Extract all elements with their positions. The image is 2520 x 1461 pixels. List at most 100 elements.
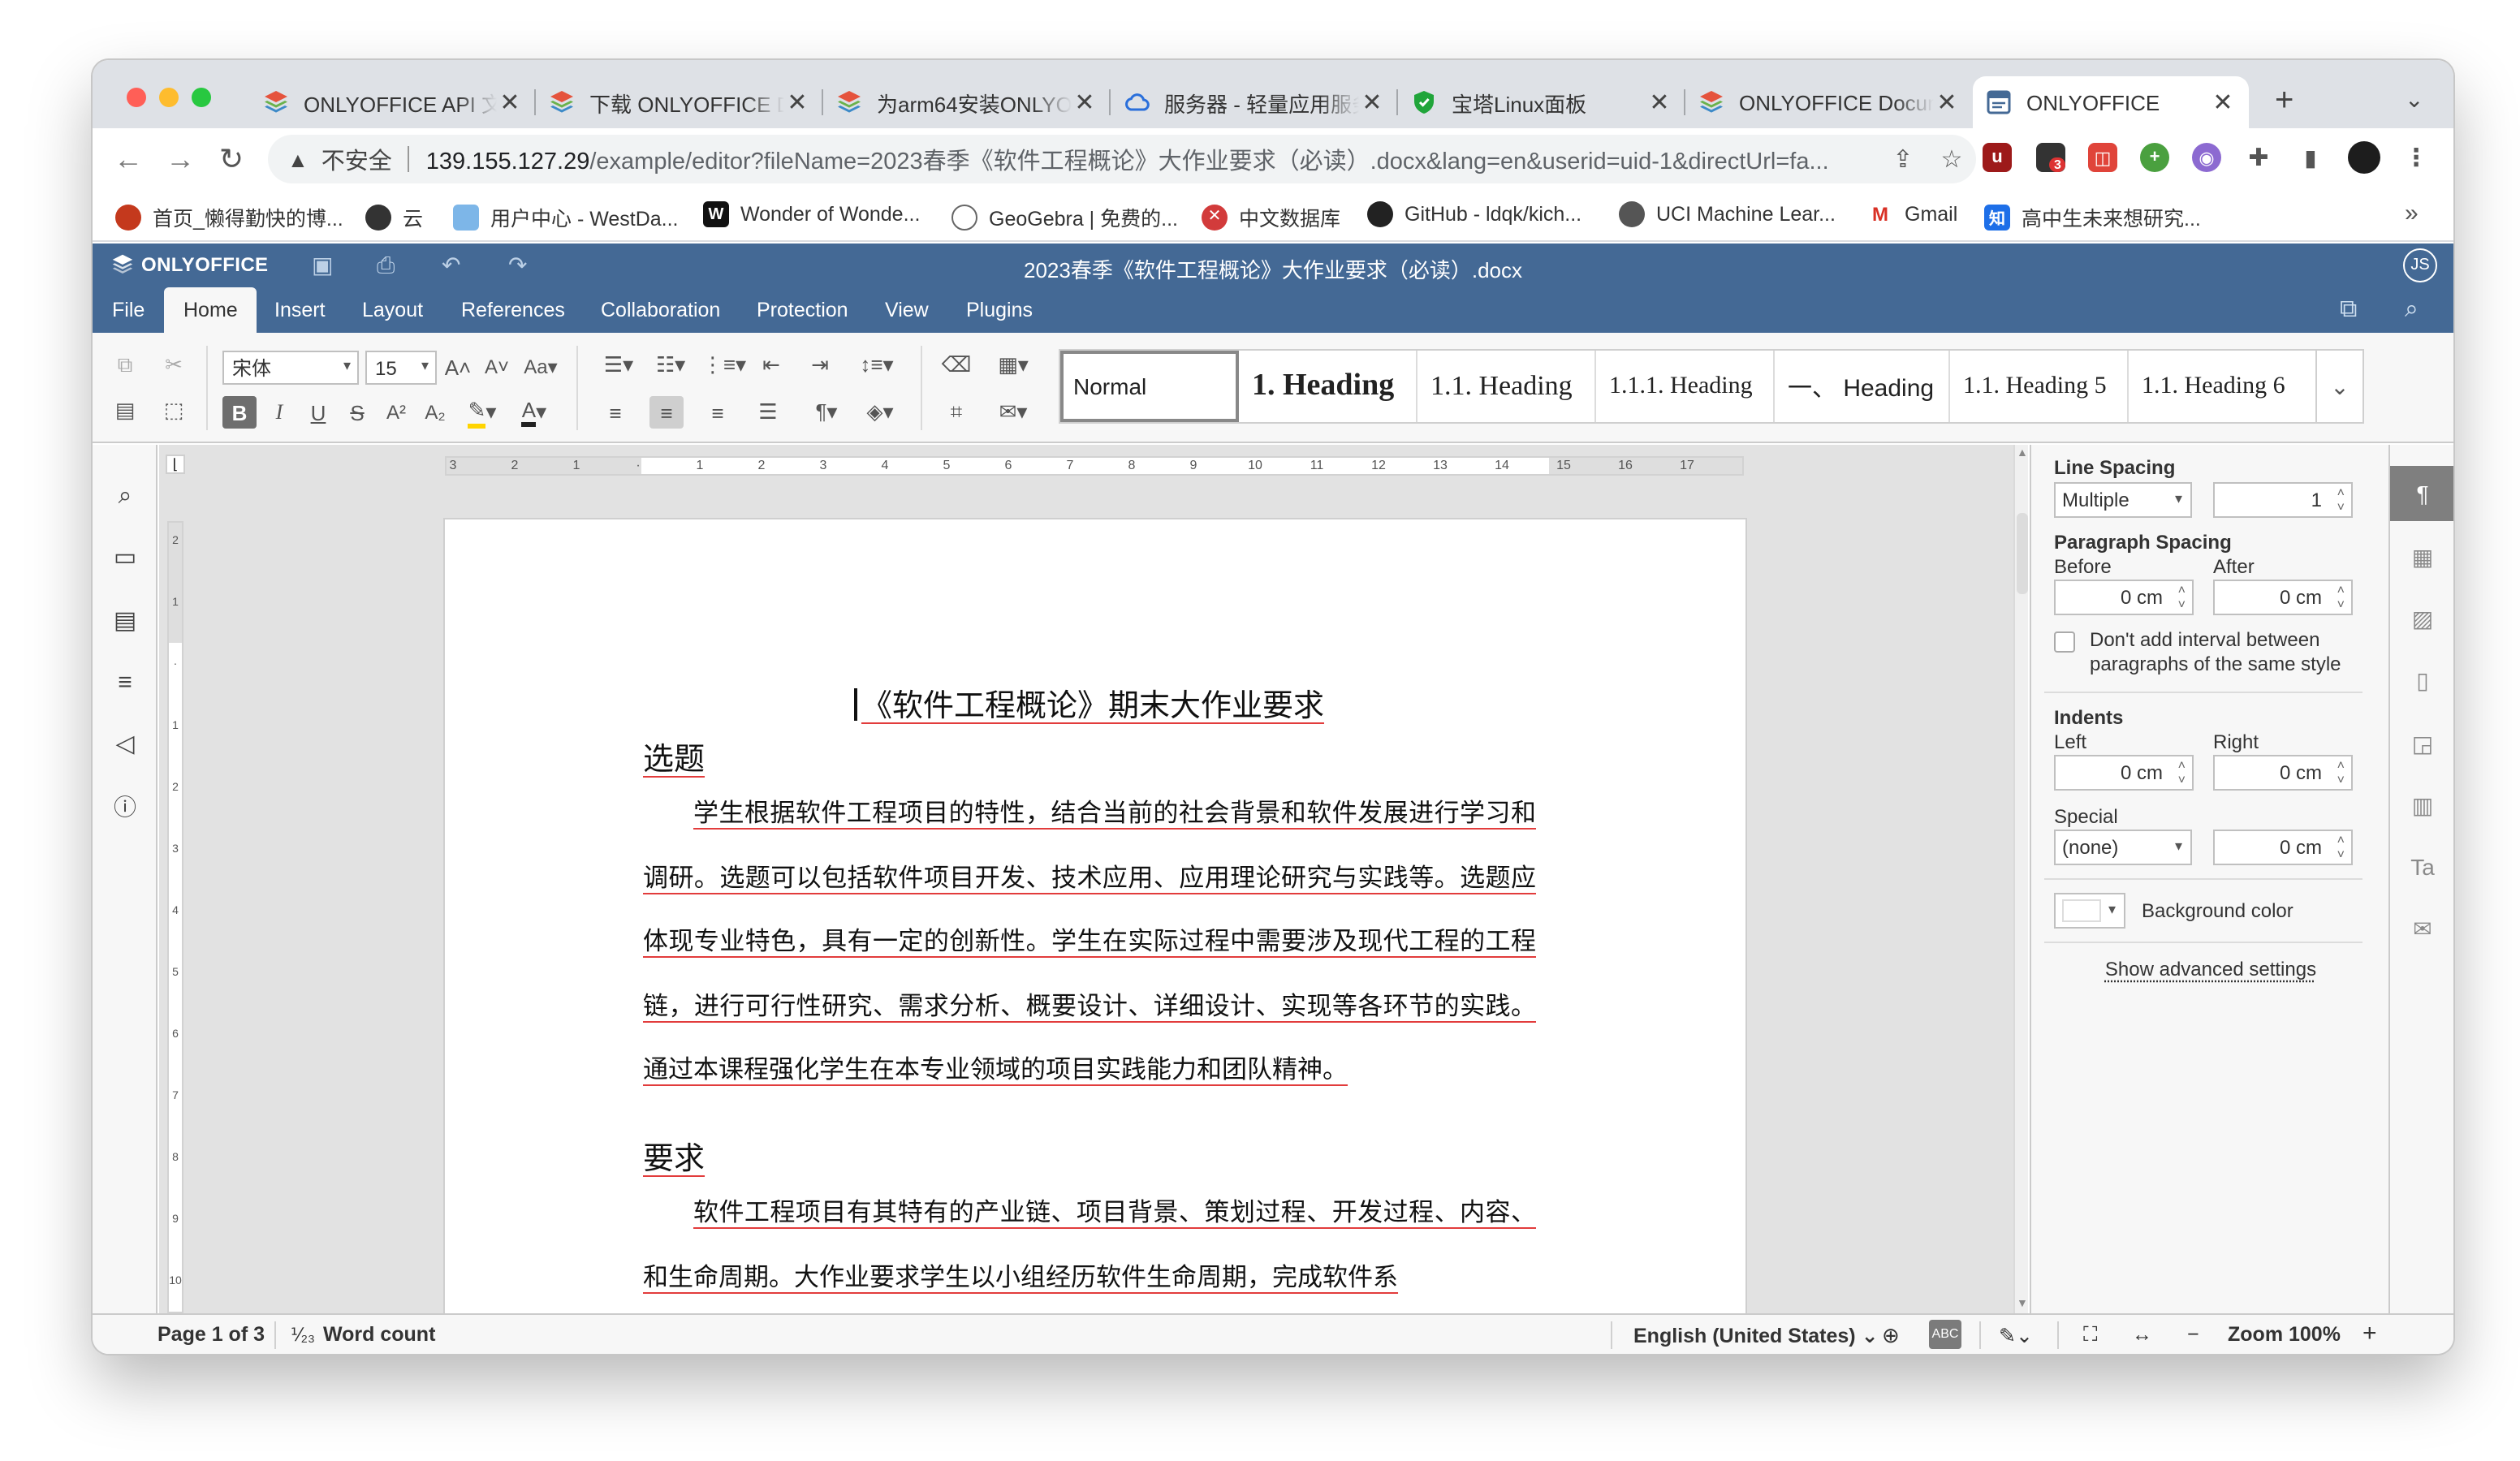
- mail-merge-icon[interactable]: ✉▾: [989, 396, 1038, 429]
- line-spacing-icon[interactable]: ↕≡▾: [852, 349, 901, 381]
- chart-settings-icon[interactable]: ▥: [2406, 789, 2439, 821]
- comments-icon[interactable]: ▭: [109, 541, 141, 573]
- track-changes-icon[interactable]: ✎⌄: [1999, 1323, 2033, 1347]
- paragraph-settings-icon[interactable]: ¶: [2390, 466, 2453, 521]
- spacing-before-input[interactable]: 0 cm ˄ ˅: [2054, 580, 2194, 615]
- bookmark-item[interactable]: 知高中生未来想研究...: [1984, 201, 2201, 232]
- tab-layout[interactable]: Layout: [343, 287, 442, 333]
- search-icon[interactable]: ⌕: [109, 479, 141, 511]
- style-normal[interactable]: Normal: [1060, 351, 1239, 422]
- page-indicator[interactable]: Page 1 of 3: [158, 1323, 265, 1346]
- side-panel-icon[interactable]: ▮: [2296, 143, 2325, 172]
- cut-icon[interactable]: ✂: [158, 349, 190, 381]
- tab-download-docs[interactable]: 下载 ONLYOFFICE Docs ✕: [536, 76, 823, 128]
- document-language-icon[interactable]: ⊕: [1882, 1323, 1900, 1349]
- extension-icon[interactable]: 3: [2036, 143, 2066, 172]
- no-interval-checkbox[interactable]: [2054, 631, 2075, 653]
- tab-references[interactable]: References: [442, 287, 585, 333]
- profile-avatar[interactable]: [2348, 141, 2380, 174]
- bookmark-item[interactable]: 用户中心 - WestDa...: [453, 201, 679, 232]
- show-advanced-settings-link[interactable]: Show advanced settings: [2031, 958, 2390, 980]
- tab-onlyoffice-api[interactable]: ONLYOFFICE API 文档 ✕: [250, 76, 536, 128]
- zoom-level[interactable]: Zoom 100%: [2228, 1323, 2341, 1346]
- align-right-icon[interactable]: ≡: [701, 396, 734, 429]
- close-tab-icon[interactable]: ✕: [1934, 88, 1960, 117]
- tab-baota-panel[interactable]: 宝塔Linux面板 ✕: [1398, 76, 1685, 128]
- new-tab-button[interactable]: +: [2275, 83, 2293, 120]
- language-select[interactable]: English (United States) ⌄: [1633, 1323, 1879, 1347]
- superscript-icon[interactable]: A²: [382, 396, 411, 429]
- about-icon[interactable]: ⓘ: [109, 791, 141, 823]
- indent-right-input[interactable]: 0 cm ˄ ˅: [2213, 755, 2353, 791]
- paste-icon[interactable]: ▤: [109, 394, 141, 427]
- style-heading-1[interactable]: 1. Heading: [1239, 351, 1418, 422]
- nonprinting-characters-icon[interactable]: ¶▾: [804, 396, 849, 429]
- mail-merge-settings-icon[interactable]: ✉: [2406, 912, 2439, 945]
- style-heading-6[interactable]: 1.1. Heading 6: [2129, 351, 2307, 422]
- underline-icon[interactable]: U: [304, 396, 333, 429]
- extension-plus-icon[interactable]: +: [2140, 143, 2169, 172]
- feedback-icon[interactable]: ◁: [109, 727, 141, 760]
- tab-onlyoffice-editor[interactable]: ONLYOFFICE ✕: [1973, 76, 2249, 128]
- style-heading-3[interactable]: 1.1.1. Heading: [1596, 351, 1775, 422]
- bookmark-star-icon[interactable]: ☆: [1927, 144, 1976, 174]
- search-icon[interactable]: ⌕: [2405, 295, 2419, 323]
- decrease-indent-icon[interactable]: ⇤: [755, 349, 788, 381]
- close-window-button[interactable]: [127, 88, 146, 107]
- close-tab-icon[interactable]: ✕: [1646, 88, 1672, 117]
- tab-stop-selector[interactable]: ⌊: [166, 455, 185, 474]
- close-tab-icon[interactable]: ✕: [1359, 88, 1385, 117]
- align-center-icon[interactable]: ≡: [649, 396, 684, 429]
- background-color-picker[interactable]: ▾: [2054, 893, 2125, 929]
- bookmark-item[interactable]: M Gmail: [1867, 201, 1957, 227]
- close-tab-icon[interactable]: ✕: [784, 88, 810, 117]
- subscript-icon[interactable]: A₂: [421, 396, 450, 429]
- bookmark-item[interactable]: GeoGebra | 免费的...: [951, 201, 1178, 232]
- clear-style-icon[interactable]: ⌫: [940, 349, 973, 381]
- bullet-list-icon[interactable]: ☰▾: [596, 349, 641, 381]
- font-color-icon[interactable]: A ▾: [511, 396, 557, 429]
- close-tab-icon[interactable]: ✕: [497, 88, 523, 117]
- scrollbar-thumb[interactable]: [2017, 513, 2028, 594]
- ublock-icon[interactable]: u: [1983, 143, 2012, 172]
- bookmark-item[interactable]: UCI Machine Lear...: [1619, 201, 1836, 227]
- tab-home[interactable]: Home: [164, 287, 257, 333]
- open-location-icon[interactable]: ⧉: [2340, 295, 2357, 323]
- increase-indent-icon[interactable]: ⇥: [804, 349, 836, 381]
- puzzle-icon[interactable]: ✚: [2244, 143, 2273, 172]
- style-heading-5[interactable]: 1.1. Heading 5: [1950, 351, 2129, 422]
- special-indent-select[interactable]: (none) ▾: [2054, 830, 2192, 865]
- tab-file[interactable]: File: [93, 287, 164, 333]
- kebab-menu-icon[interactable]: ⋮: [2401, 143, 2431, 172]
- textart-settings-icon[interactable]: Ta: [2406, 851, 2439, 883]
- tab-onlyoffice-document[interactable]: ONLYOFFICE Document ✕: [1685, 76, 1973, 128]
- tab-lighthouse-server[interactable]: 服务器 - 轻量应用服务器 ✕: [1111, 76, 1398, 128]
- close-tab-icon[interactable]: ✕: [2210, 88, 2236, 117]
- bold-icon[interactable]: B: [222, 396, 257, 429]
- zoom-out-icon[interactable]: −: [2187, 1323, 2199, 1346]
- zoom-in-icon[interactable]: +: [2362, 1320, 2377, 1347]
- table-settings-icon[interactable]: ▦: [2406, 541, 2439, 573]
- share-icon[interactable]: ⇪: [1879, 144, 1927, 174]
- extension-icon[interactable]: ◉: [2192, 143, 2221, 172]
- style-heading-4[interactable]: 一、 Heading: [1775, 351, 1950, 422]
- font-name-select[interactable]: 宋体 ▾: [222, 351, 359, 385]
- bookmark-item[interactable]: ✕ 中文数据库: [1202, 201, 1340, 232]
- navigation-icon[interactable]: ≡: [109, 666, 141, 698]
- image-settings-icon[interactable]: ▨: [2406, 602, 2439, 635]
- align-left-icon[interactable]: ≡: [599, 396, 632, 429]
- indent-left-input[interactable]: 0 cm ˄ ˅: [2054, 755, 2194, 791]
- decrease-font-icon[interactable]: A˅: [482, 351, 511, 383]
- document-page[interactable]: 《软件工程概论》期末大作业要求 选题 学生根据软件工程项目的特性，结合当前的社会…: [443, 518, 1747, 1313]
- bookmark-item[interactable]: W Wonder of Wonde...: [703, 201, 920, 227]
- forward-button[interactable]: →: [166, 143, 195, 177]
- extension-icon[interactable]: ◫: [2088, 143, 2117, 172]
- tab-insert[interactable]: Insert: [255, 287, 345, 333]
- tab-protection[interactable]: Protection: [737, 287, 868, 333]
- spell-check-icon[interactable]: ABC: [1929, 1320, 1961, 1349]
- strikethrough-icon[interactable]: S: [343, 396, 372, 429]
- line-spacing-value[interactable]: 1 ˄ ˅: [2213, 482, 2353, 518]
- font-size-select[interactable]: 15 ▾: [365, 351, 437, 385]
- user-avatar[interactable]: JS: [2403, 248, 2437, 282]
- tab-collaboration[interactable]: Collaboration: [581, 287, 740, 333]
